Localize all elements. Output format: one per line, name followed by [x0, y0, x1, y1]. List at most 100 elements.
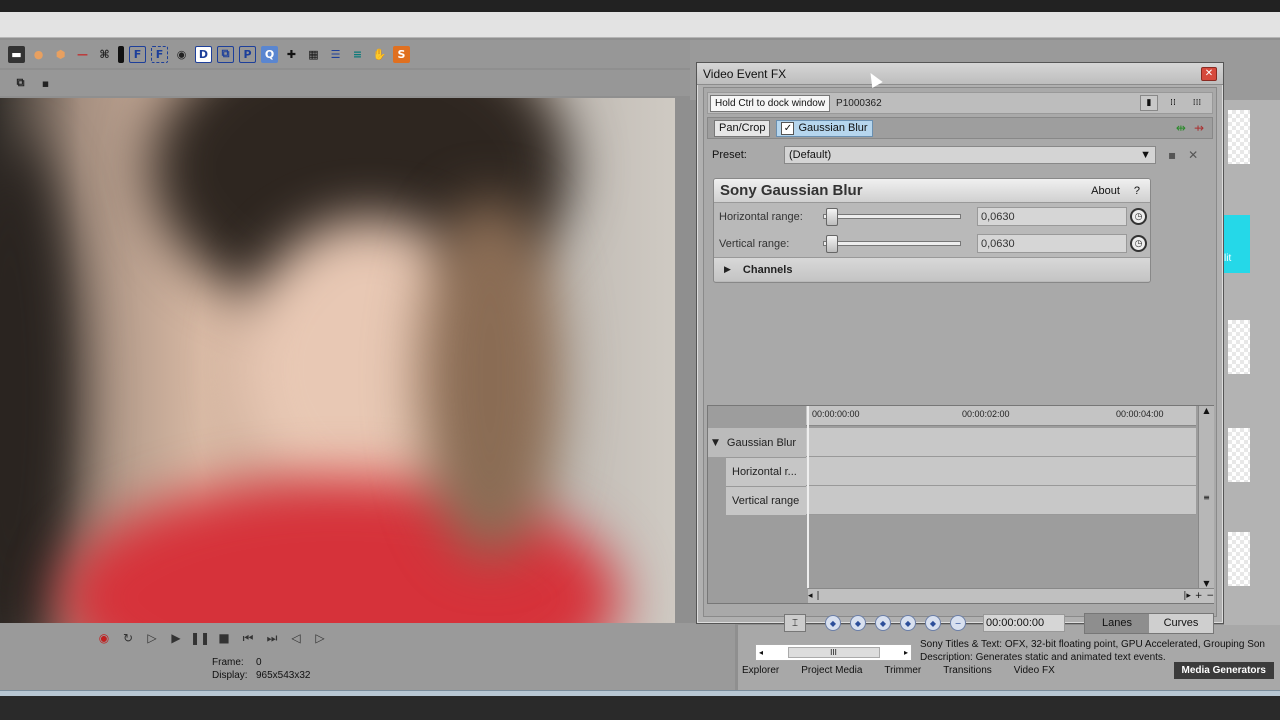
q-icon[interactable]: Q [261, 45, 278, 63]
red-line-icon[interactable]: — [74, 46, 91, 63]
sync-cursor-icon[interactable]: ⌶ [784, 614, 806, 632]
hand-icon[interactable]: ✋ [371, 46, 388, 63]
animate-clock-icon[interactable]: ◷ [1130, 208, 1147, 225]
d-icon[interactable]: D [195, 45, 212, 63]
lane[interactable] [806, 457, 1196, 486]
f-icon[interactable]: F [129, 45, 146, 63]
hair-side [420, 198, 560, 558]
expand-triangle-icon[interactable]: ▶ [724, 265, 731, 275]
zoom-out-icon[interactable]: − [1206, 591, 1214, 601]
close-icon[interactable]: ✕ [1201, 66, 1217, 81]
horizontal-range-value[interactable]: 0,0630 [977, 207, 1127, 226]
copy-icon[interactable]: ⧉ [12, 75, 29, 92]
remove-plugin-icon[interactable]: ⇸ [1194, 121, 1204, 135]
next-keyframe-icon[interactable]: ◆ [875, 615, 891, 631]
zoom-in-icon[interactable]: + [1195, 591, 1203, 601]
collapse-triangle-icon[interactable]: ▼ [712, 438, 719, 448]
help-button[interactable]: ? [1134, 185, 1140, 197]
tool-icon[interactable]: ⌘ [96, 46, 113, 63]
prev-frame-icon[interactable]: ◁ [288, 630, 304, 646]
lanes-button[interactable]: Lanes [1085, 613, 1149, 633]
go-start-icon[interactable]: ⏮ [240, 630, 256, 646]
disc-icon[interactable]: ◉ [173, 46, 190, 63]
bars-icon[interactable]: ≡ [349, 46, 366, 63]
chevron-down-icon: ▼ [1140, 149, 1151, 161]
save-preset-icon[interactable]: ▪ [1168, 148, 1176, 162]
tab-video-fx[interactable]: Video FX [1014, 665, 1071, 676]
channels-section[interactable]: ▶ Channels [714, 257, 1150, 281]
record-icon[interactable]: ◉ [96, 630, 112, 646]
curves-button[interactable]: Curves [1149, 613, 1213, 633]
timeline-scrollbar[interactable]: ◂ | |▸ + − [808, 588, 1214, 603]
s-icon[interactable]: S [393, 45, 410, 63]
plugin-chain-icon[interactable]: ⇹ [1176, 121, 1186, 135]
dialog-titlebar[interactable]: Video Event FX ✕ [697, 63, 1223, 85]
cyan-thumb[interactable]: lit [1224, 215, 1250, 273]
first-keyframe-icon[interactable]: ◆ [825, 615, 841, 631]
slider-knob[interactable] [826, 235, 838, 253]
horizontal-scrollbar[interactable]: ◂ III ▸ [755, 644, 912, 661]
scroll-end-icon[interactable]: |▸ [1183, 591, 1191, 601]
delete-keyframe-icon[interactable]: − [950, 615, 966, 631]
vertical-range-slider[interactable] [823, 235, 961, 253]
scroll-start-icon[interactable]: | [817, 591, 820, 601]
tab-project-media[interactable]: Project Media [801, 665, 878, 676]
playhead-cursor[interactable] [807, 406, 809, 588]
pause-icon[interactable]: ❚❚ [190, 630, 210, 646]
move-icon[interactable]: ✚ [283, 46, 300, 63]
media-name: P1000362 [836, 97, 882, 109]
timecode-field[interactable]: 00:00:00:00 [983, 614, 1065, 632]
chain-item-gaussian-blur[interactable]: ✓ Gaussian Blur [776, 119, 873, 137]
track-horizontal-range[interactable]: Horizontal r... [726, 457, 806, 486]
scroll-up-icon[interactable]: ▲ [1203, 406, 1209, 415]
about-link[interactable]: About [1091, 185, 1120, 197]
double-view-icon[interactable]: ⁞⁞ [1164, 95, 1182, 111]
split-icon[interactable]: ☰ [327, 46, 344, 63]
loop-icon[interactable]: ↻ [120, 630, 136, 646]
tab-explorer[interactable]: Explorer [742, 665, 795, 676]
black-bar-icon[interactable] [118, 45, 124, 63]
track-vertical-range[interactable]: Vertical range [726, 486, 806, 515]
lane[interactable] [806, 486, 1196, 515]
f-outline-icon[interactable]: F [151, 45, 168, 63]
next-frame-icon[interactable]: ▷ [312, 630, 328, 646]
scroll-right-icon[interactable]: ▸ [904, 648, 908, 657]
track-gaussian-blur[interactable]: ▼ Gaussian Blur [708, 428, 806, 457]
scroll-left-icon[interactable]: ◂ [759, 648, 763, 657]
export-icon[interactable]: ⧉ [217, 45, 234, 63]
circle-orange-icon[interactable]: ● [30, 46, 47, 63]
delete-preset-icon[interactable]: ✕ [1188, 148, 1198, 162]
p-icon[interactable]: P [239, 45, 256, 63]
tab-transitions[interactable]: Transitions [943, 665, 1008, 676]
slider-knob[interactable] [826, 208, 838, 226]
vertical-scrollbar[interactable]: ▲ ≡ ▼ [1198, 406, 1214, 588]
scroll-left-icon[interactable]: ◂ [808, 591, 813, 601]
preset-dropdown[interactable]: (Default) ▼ [784, 146, 1156, 164]
tab-media-generators[interactable]: Media Generators [1173, 662, 1274, 679]
scroll-down-icon[interactable]: ▼ [1203, 579, 1209, 588]
play-icon[interactable]: ▶ [168, 630, 184, 646]
tab-trimmer[interactable]: Trimmer [884, 665, 937, 676]
prev-keyframe-icon[interactable]: ◆ [850, 615, 866, 631]
vertical-range-value[interactable]: 0,0630 [977, 234, 1127, 253]
timeline-ruler[interactable]: 00:00:00:00 00:00:02:00 00:00:04:00 [806, 406, 1196, 426]
last-keyframe-icon[interactable]: ◆ [900, 615, 916, 631]
add-keyframe-icon[interactable]: ◆ [925, 615, 941, 631]
horizontal-range-slider[interactable] [823, 208, 961, 226]
scroll-grip-icon[interactable]: ≡ [1203, 493, 1210, 502]
lane[interactable] [806, 428, 1196, 457]
go-end-icon[interactable]: ⏭ [264, 630, 280, 646]
scroll-thumb[interactable]: III [787, 647, 880, 658]
triple-view-icon[interactable]: ⁞⁞⁞ [1188, 95, 1206, 111]
single-view-icon[interactable]: ▮ [1140, 95, 1158, 111]
save-snapshot-icon[interactable]: ▪ [37, 75, 54, 92]
stop-icon[interactable]: ■ [216, 630, 232, 646]
plugin-header: Sony Gaussian Blur About ? [714, 179, 1150, 203]
film-icon[interactable]: ▦ [305, 46, 322, 63]
play-from-start-icon[interactable]: ▷ [144, 630, 160, 646]
chain-item-pan-crop[interactable]: Pan/Crop [714, 119, 771, 137]
render-icon[interactable]: ▬ [8, 45, 25, 63]
hex-orange-icon[interactable]: ⬢ [52, 46, 69, 63]
animate-clock-icon[interactable]: ◷ [1130, 235, 1147, 252]
enabled-checkbox[interactable]: ✓ [781, 121, 795, 135]
